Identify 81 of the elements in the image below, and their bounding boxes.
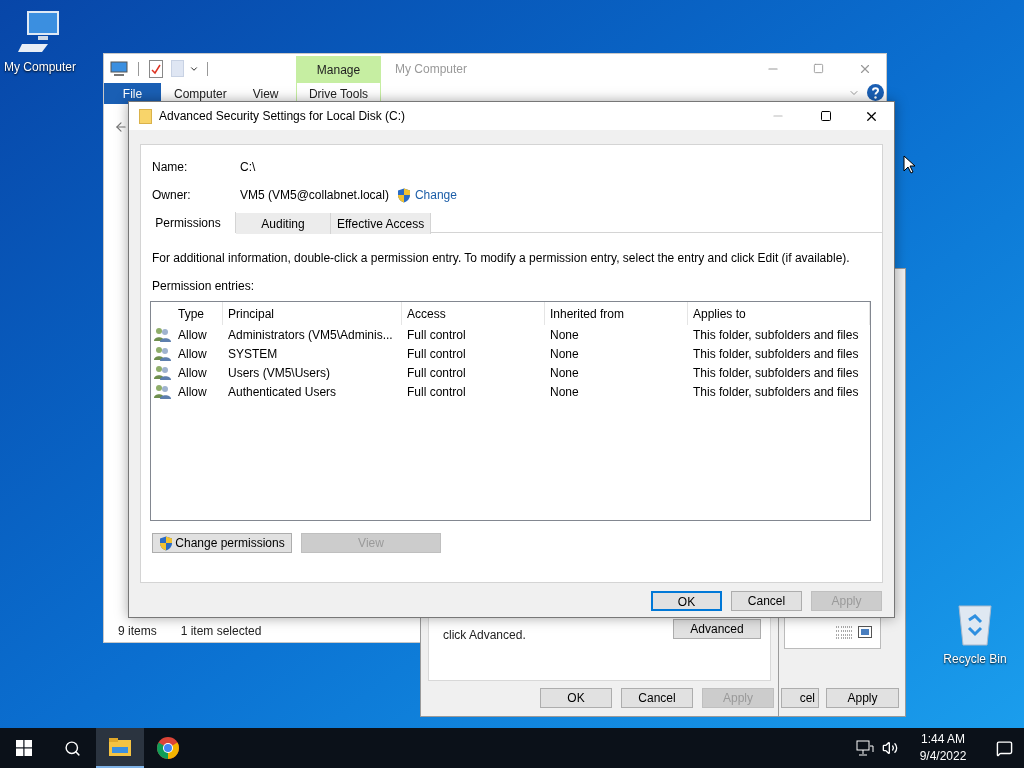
column-header[interactable]: Applies to [688,302,870,325]
owner-label: Owner: [152,187,192,204]
table-cell-text: SYSTEM [227,345,279,363]
table-cell-text: Allow [177,383,208,401]
table-cell-text: This folder, subfolders and files [692,345,860,363]
table-cell-text: Administrators (VM5\Adminis... [227,326,394,344]
table-cell-text: None [549,345,580,363]
ribbon-tab[interactable]: Computer [161,83,240,104]
network-icon[interactable] [856,740,874,756]
table-cell-text: Users (VM5\Users) [227,364,331,382]
owner-value: VM5 (VM5@collabnet.local) [240,187,389,204]
hint-text: click Advanced. [443,627,526,644]
checklist-icon[interactable] [149,59,163,78]
dialog-button[interactable]: cel [781,688,819,708]
shield-icon [396,187,411,203]
advanced-button[interactable]: Advanced [673,619,761,639]
dialog-button[interactable]: OK [651,591,722,611]
chrome-icon [157,737,179,759]
table-cell-text: Full control [406,364,467,382]
users-icon [153,365,171,380]
tab[interactable]: Effective Access [331,213,432,234]
column-header[interactable]: Principal [223,302,402,325]
table-cell-text: Allow [177,345,208,363]
computer-icon [18,10,62,54]
ribbon-tab[interactable]: View [239,83,292,104]
table-cell-text: Allow [177,364,208,382]
folder-icon [139,108,152,124]
permission-row[interactable]: Allow Administrators (VM5\Adminis... Full control None This folder, subfolders and files [151,325,870,344]
search-icon[interactable] [63,739,81,757]
name-value: C:\ [240,159,256,176]
mouse-cursor-icon [903,155,915,174]
help-icon[interactable] [867,84,884,101]
column-header[interactable]: Type [173,302,223,325]
thumbnail-view-icon[interactable] [858,626,872,638]
tab[interactable]: Auditing [236,213,331,234]
users-icon [153,346,171,361]
dialog-button[interactable]: Apply [826,688,899,708]
window-title: My Computer [395,60,468,78]
table-cell-text: Authenticated Users [227,383,338,401]
section-label: Permission entries: [152,278,256,295]
column-header[interactable]: Access [402,302,545,325]
dialog-button[interactable]: OK [540,688,612,708]
clock-time[interactable]: 1:44 AM [921,731,965,748]
desktop-icon-label[interactable]: My Computer [4,58,76,76]
change-owner-link[interactable]: Change [414,186,457,204]
table-cell-text: None [549,383,580,401]
info-text: For additional information, double-click a permission entry. To modify a permission entry, select the entry and click Edit (if available). [152,250,851,267]
dialog-title: Advanced Security Settings for Local Disk (C:) [159,108,406,125]
shield-icon [159,535,174,551]
table-cell-text: Full control [406,326,467,344]
volume-icon[interactable] [882,740,898,756]
table-cell-text: This folder, subfolders and files [692,326,860,344]
dialog-button[interactable]: Cancel [621,688,693,708]
clock-date[interactable]: 9/4/2022 [919,748,967,765]
taskbar-app[interactable] [96,728,144,768]
action-button[interactable]: Change permissions [152,533,292,553]
maximize-icon[interactable] [820,110,832,122]
notification-icon[interactable] [995,739,1013,757]
computer-icon[interactable] [110,60,128,77]
table-cell-text: This folder, subfolders and files [692,364,860,382]
table-cell-text: Full control [406,383,467,401]
column-header[interactable]: Inherited from [545,302,688,325]
table-cell-text: This folder, subfolders and files [692,383,860,401]
start-icon[interactable] [16,740,32,756]
table-cell-text: Full control [406,345,467,363]
status-text: 1 item selected [180,623,262,640]
name-label: Name: [152,159,189,176]
table-cell-text: None [549,326,580,344]
table-cell-text: None [549,364,580,382]
users-icon [153,384,171,399]
permission-row[interactable]: Allow Users (VM5\Users) Full control None This folder, subfolders and files [151,363,870,382]
table-cell-text: Allow [177,326,208,344]
contextual-tab-header: Manage [316,61,361,79]
dialog-button[interactable]: Cancel [731,591,802,611]
folder-icon [109,738,131,756]
recycle-bin-icon [955,602,995,646]
permission-row[interactable]: Allow Authenticated Users Full control None This folder, subfolders and files [151,382,870,401]
users-icon [153,327,171,342]
status-text: 9 items [118,623,157,640]
permission-row[interactable]: Allow SYSTEM Full control None This folder, subfolders and files [151,344,870,363]
tab[interactable]: Permissions [141,212,236,233]
